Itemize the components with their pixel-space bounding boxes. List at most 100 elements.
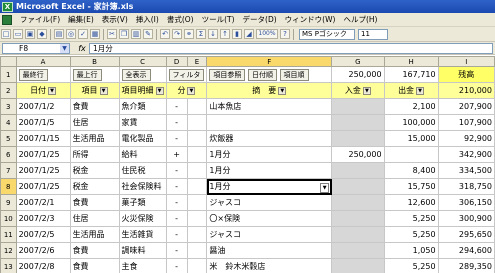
row-header[interactable]: 1 [0, 66, 17, 83]
cell-e[interactable] [186, 130, 208, 147]
cell-income[interactable] [331, 130, 385, 147]
chart-icon[interactable]: ▮ [232, 29, 242, 39]
workbook-icon[interactable] [2, 14, 12, 25]
paste-icon[interactable]: ▥ [131, 29, 141, 39]
cell-memo[interactable]: 炊飯器 [206, 130, 333, 147]
menu-format[interactable]: 書式(O) [163, 14, 198, 25]
cell-income[interactable] [331, 258, 385, 273]
row-header[interactable]: 6 [0, 146, 17, 163]
cell-date[interactable]: 2007/2/1 [15, 194, 71, 211]
header-date[interactable]: 日付 ▼ [15, 82, 71, 99]
row-header[interactable]: 9 [0, 194, 17, 211]
cell-div[interactable]: - [165, 258, 188, 273]
cut-icon[interactable]: ✂ [107, 29, 117, 39]
last-row-button[interactable]: 最終行 [18, 68, 48, 81]
cell-memo[interactable]: ジャスコ [206, 194, 333, 211]
column-header-d[interactable]: D [165, 56, 188, 67]
cell-item[interactable]: 生活用品 [69, 130, 120, 147]
redo-icon[interactable]: ↷ [172, 29, 182, 39]
cell-e[interactable] [186, 242, 208, 259]
balance-label-cell[interactable]: 残高 [437, 66, 495, 83]
menu-window[interactable]: ウィンドウ(W) [281, 14, 340, 25]
cell-item[interactable]: 食費 [69, 258, 120, 273]
cell-income[interactable] [331, 114, 385, 131]
cell[interactable]: 項目参照 日付順 項目順 [206, 66, 333, 83]
cell-income[interactable] [331, 226, 385, 243]
header-memo[interactable]: 摘 要 ▼ [206, 82, 333, 99]
cell-balance[interactable]: 289,350 [437, 258, 495, 273]
cell-div[interactable]: - [165, 210, 188, 227]
menu-file[interactable]: ファイル(F) [16, 14, 64, 25]
cell-date[interactable]: 2007/1/15 [15, 130, 71, 147]
cell-expense[interactable]: 1,050 [383, 242, 439, 259]
cell-income[interactable] [331, 162, 385, 179]
font-name-select[interactable]: MS Pゴシック [299, 28, 355, 40]
formula-input[interactable]: 1月分 [89, 42, 493, 54]
cell-div[interactable]: + [165, 146, 188, 163]
filter-button[interactable]: フィルタ [168, 68, 205, 81]
cell-e[interactable] [186, 162, 208, 179]
cell-balance[interactable]: 294,600 [437, 242, 495, 259]
cell-date[interactable]: 2007/2/5 [15, 226, 71, 243]
cell-item[interactable]: 所得 [69, 146, 120, 163]
column-header-h[interactable]: H [383, 56, 439, 67]
cell-balance[interactable]: 92,900 [437, 130, 495, 147]
new-icon[interactable]: □ [1, 29, 11, 39]
cell-div[interactable]: - [165, 242, 188, 259]
cell-detail[interactable]: 生活雑貨 [118, 226, 167, 243]
open-icon[interactable]: ▭ [13, 29, 23, 39]
cell-detail[interactable]: 給料 [118, 146, 167, 163]
cell-detail[interactable]: 調味料 [118, 242, 167, 259]
select-all-corner[interactable] [0, 56, 17, 67]
spell-icon[interactable]: ✓ [78, 29, 88, 39]
chevron-down-icon[interactable]: ▼ [320, 182, 330, 193]
cell-item[interactable]: 住居 [69, 114, 120, 131]
cell-income[interactable] [331, 98, 385, 115]
row-header[interactable]: 13 [0, 258, 17, 273]
header-expense[interactable]: 出金 ▼ [383, 82, 439, 99]
cell-expense[interactable] [383, 146, 439, 163]
cell-div[interactable]: - [165, 194, 188, 211]
cell-date[interactable]: 2007/2/3 [15, 210, 71, 227]
hyperlink-icon[interactable]: ⚭ [184, 29, 194, 39]
save-icon[interactable]: ▣ [25, 29, 35, 39]
cell-e[interactable] [186, 146, 208, 163]
cell-div[interactable]: - [165, 114, 188, 131]
font-size-select[interactable]: 11 [358, 28, 388, 40]
menu-view[interactable]: 表示(V) [98, 14, 132, 25]
column-header-g[interactable]: G [331, 56, 385, 67]
cell-balance[interactable]: 107,900 [437, 114, 495, 131]
cell-memo[interactable]: 1月分 [206, 146, 333, 163]
filter-dropdown-icon[interactable]: ▼ [155, 86, 164, 95]
cell-detail[interactable]: 電化製品 [118, 130, 167, 147]
cell-expense[interactable]: 5,250 [383, 258, 439, 273]
column-header-i[interactable]: I [437, 56, 495, 67]
cell-income[interactable]: 250,000 [331, 146, 385, 163]
cell-item[interactable]: 税金 [69, 178, 120, 195]
cell-memo[interactable]: 〇×保険 [206, 210, 333, 227]
header-income[interactable]: 入金 ▼ [331, 82, 385, 99]
selected-cell[interactable]: 1月分 ▼ [206, 178, 333, 195]
cell-date[interactable]: 2007/2/8 [15, 258, 71, 273]
filter-dropdown-icon[interactable]: ▼ [416, 86, 425, 95]
cell-item[interactable]: 税金 [69, 162, 120, 179]
cell-detail[interactable]: 魚介類 [118, 98, 167, 115]
row-header[interactable]: 2 [0, 82, 17, 99]
filter-dropdown-icon[interactable]: ▼ [99, 86, 108, 95]
preview-icon[interactable]: ◎ [66, 29, 76, 39]
cell-e[interactable] [186, 210, 208, 227]
zoom-icon[interactable]: 100% [256, 29, 278, 39]
show-all-button[interactable]: 全表示 [121, 68, 151, 81]
filter-dropdown-icon[interactable]: ▼ [48, 86, 57, 95]
total-expense-cell[interactable]: 167,710 [383, 66, 439, 83]
cell-memo[interactable] [206, 114, 333, 131]
cell-balance[interactable]: 300,900 [437, 210, 495, 227]
column-header-a[interactable]: A [15, 56, 71, 67]
cell[interactable]: 最終行 [15, 66, 71, 83]
research-icon[interactable]: ▦ [90, 29, 100, 39]
cell-expense[interactable]: 15,000 [383, 130, 439, 147]
column-header-f[interactable]: F [206, 56, 333, 67]
column-header-b[interactable]: B [69, 56, 120, 67]
item-order-button[interactable]: 項目順 [279, 68, 309, 81]
cell-expense[interactable]: 15,750 [383, 178, 439, 195]
